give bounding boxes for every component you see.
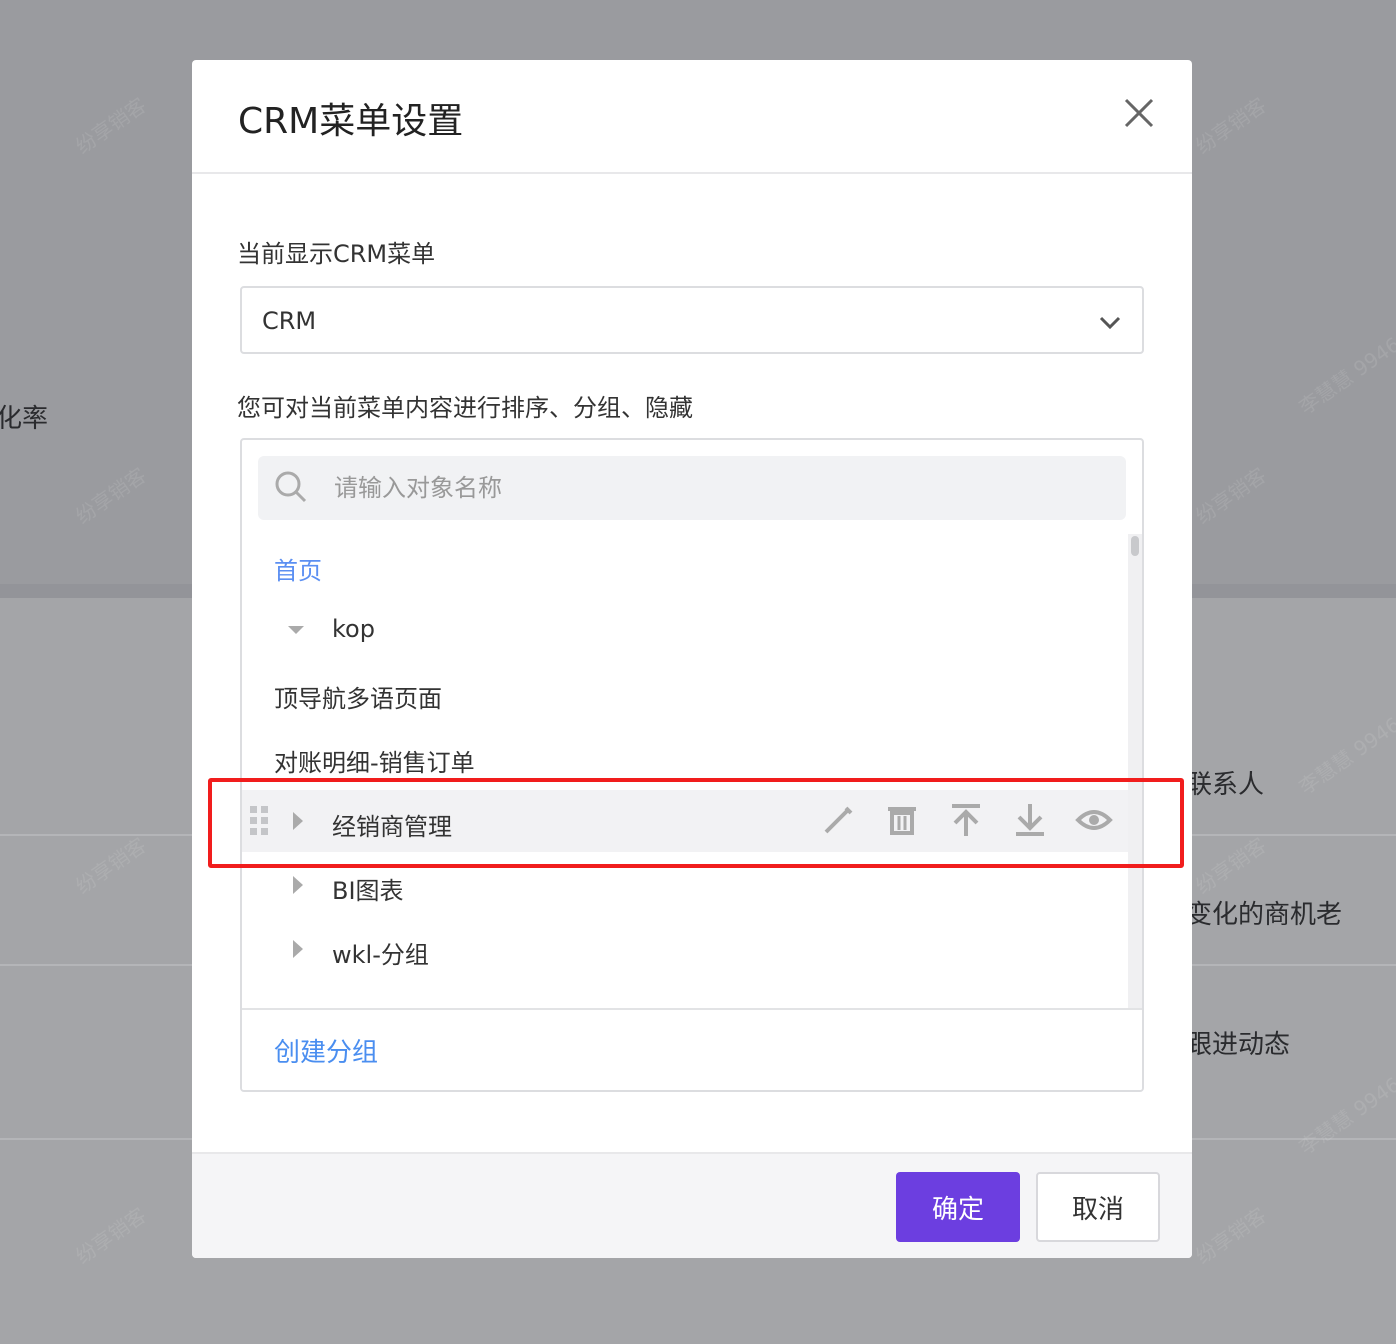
menu-item-label: 顶导航多语页面 [274,685,442,713]
move-to-top-icon[interactable] [946,800,986,840]
menu-item-label: wkl-分组 [332,941,429,969]
menu-item-label: 经销商管理 [332,813,452,841]
menu-hint: 您可对当前菜单内容进行排序、分组、隐藏 [237,394,693,422]
menu-group-kop[interactable]: kop [242,598,1128,660]
visibility-icon[interactable] [1074,800,1114,840]
drag-handle-icon[interactable] [248,804,270,838]
menu-item-label: BI图表 [332,877,404,905]
delete-icon[interactable] [882,800,922,840]
search-input[interactable] [334,468,1094,508]
menu-item-label: 对账明细-销售订单 [274,749,475,777]
scrollbar-thumb[interactable] [1131,536,1139,556]
confirm-button[interactable]: 确定 [896,1172,1020,1242]
menu-group-dealer-management[interactable]: 经销商管理 [242,790,1128,852]
background-text: 联系人 [1186,770,1265,800]
watermark: 纷享销客 [1191,1202,1271,1269]
crm-menu-settings-dialog: CRM菜单设置 当前显示CRM菜单 CRM 您可对当前菜单内容进行排序、分组、隐… [192,60,1192,1258]
dialog-header: CRM菜单设置 [192,60,1192,174]
close-button[interactable] [1122,96,1156,130]
chevron-down-icon [1099,316,1121,330]
dialog-title: CRM菜单设置 [238,101,464,142]
background-text: 变化的商机老 [1186,900,1343,930]
menu-list: 首页 kop 顶导航多语页面 对账明细-销售订单 经销商管理 BI图表 wkl-… [242,534,1128,1008]
watermark: 李慧慧 9946 [1294,1072,1396,1160]
scrollbar[interactable] [1128,534,1142,1008]
background-text: 跟进动态 [1186,1030,1291,1060]
watermark: 纷享销客 [1191,832,1271,899]
background-text: 化率 [0,404,49,434]
search-box [258,456,1126,520]
menu-item-label: 首页 [274,557,322,585]
cancel-button[interactable]: 取消 [1036,1172,1160,1242]
menu-tree-footer: 创建分组 [242,1008,1142,1090]
dialog-footer: 确定 取消 [192,1152,1192,1258]
caret-right-icon[interactable] [290,812,306,830]
current-menu-select[interactable]: CRM [240,286,1144,354]
create-group-link[interactable]: 创建分组 [274,1032,378,1069]
caret-down-icon[interactable] [288,620,304,638]
menu-item-top-nav-i18n-page[interactable]: 顶导航多语页面 [242,662,1128,724]
caret-right-icon[interactable] [290,876,306,894]
watermark: 李慧慧 9946 [1294,712,1396,800]
menu-item-reconciliation-sales-order[interactable]: 对账明细-销售订单 [242,726,1128,788]
menu-item-home[interactable]: 首页 [242,534,1128,596]
menu-tree-panel: 首页 kop 顶导航多语页面 对账明细-销售订单 [240,438,1144,1092]
menu-item-label: kop [332,615,375,643]
search-icon [275,471,307,503]
caret-right-icon[interactable] [290,940,306,958]
menu-group-wkl[interactable]: wkl-分组 [242,918,1128,980]
watermark: 纷享销客 [71,832,151,899]
row-actions [812,800,1114,842]
close-icon [1124,98,1154,128]
current-menu-label: 当前显示CRM菜单 [237,240,436,268]
move-to-bottom-icon[interactable] [1010,800,1050,840]
edit-icon[interactable] [818,800,858,840]
watermark: 纷享销客 [71,1202,151,1269]
current-menu-value: CRM [262,307,317,335]
menu-group-bi-charts[interactable]: BI图表 [242,854,1128,916]
